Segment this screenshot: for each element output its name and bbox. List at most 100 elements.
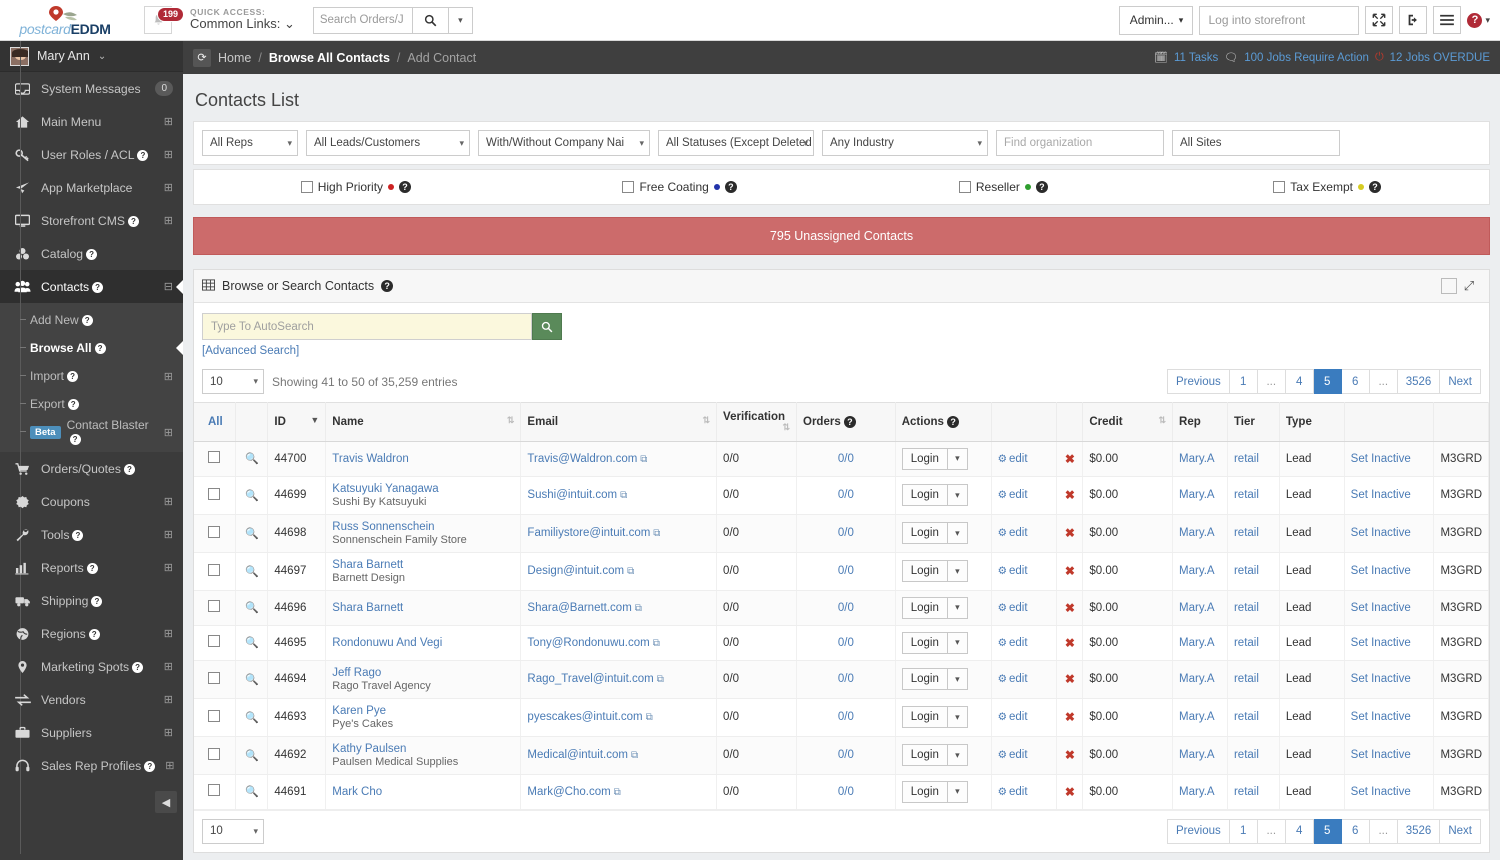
copy-icon[interactable]: ⧉ [631, 750, 638, 761]
help-circle-icon[interactable]: ? [137, 149, 149, 161]
row-set-inactive-link[interactable]: Set Inactive [1351, 673, 1411, 685]
sidebar-expand-toggle[interactable]: ⊞ [164, 693, 173, 706]
row-tier-link[interactable]: retail [1234, 637, 1259, 649]
column-type[interactable]: Type [1279, 402, 1345, 442]
login-dropdown-caret[interactable]: ▾ [947, 560, 968, 583]
row-checkbox[interactable] [208, 671, 220, 684]
row-edit-link[interactable]: ⚙ edit [998, 453, 1028, 465]
row-email-link[interactable]: Sushi@intuit.com [527, 489, 617, 501]
unassigned-contacts-banner[interactable]: 795 Unassigned Contacts [193, 217, 1490, 255]
login-dropdown-caret[interactable]: ▾ [947, 780, 968, 803]
column-all[interactable]: All [194, 402, 237, 442]
pagination-1[interactable]: 1 [1229, 369, 1258, 394]
row-checkbox[interactable] [208, 487, 220, 500]
sidebar-user[interactable]: Mary Ann ⌄ [0, 41, 183, 72]
login-button[interactable]: Login [901, 668, 948, 691]
sidebar-expand-toggle[interactable]: ⊞ [164, 115, 173, 128]
magnify-icon[interactable]: 🔍 [245, 712, 259, 724]
row-email-link[interactable]: Shara@Barnett.com [527, 602, 631, 614]
row-rep-link[interactable]: Mary.A [1179, 489, 1215, 501]
copy-icon[interactable]: ⧉ [653, 638, 660, 649]
magnify-icon[interactable]: 🔍 [245, 637, 259, 649]
row-orders-link[interactable]: 0/0 [838, 786, 854, 798]
checkbox-icon[interactable] [1273, 181, 1286, 193]
row-email-link[interactable]: Familiystore@intuit.com [527, 527, 650, 539]
login-dropdown-caret[interactable]: ▾ [947, 596, 968, 619]
row-checkbox[interactable] [208, 600, 220, 613]
sidebar-item-marketing-spots[interactable]: Marketing Spots? ⊞ [0, 650, 183, 683]
checkbox-icon[interactable] [1441, 278, 1457, 294]
sidebar-item-contacts[interactable]: Contacts? ⊟ [0, 270, 183, 303]
help-circle-icon[interactable]: ? [399, 181, 412, 193]
magnify-icon[interactable]: 🔍 [245, 490, 259, 502]
filter-select-0[interactable]: All Reps [202, 130, 298, 156]
sidebar-item-coupons[interactable]: Coupons ⊞ [0, 485, 183, 518]
row-rep-link[interactable]: Mary.A [1179, 673, 1215, 685]
pagination-[interactable]: ... [1257, 369, 1286, 394]
login-button[interactable]: Login [901, 596, 948, 619]
login-dropdown-caret[interactable]: ▾ [947, 631, 968, 654]
row-set-inactive-link[interactable]: Set Inactive [1351, 602, 1411, 614]
row-name-link[interactable]: Rondonuwu And Vegi [332, 637, 514, 649]
magnify-icon[interactable]: 🔍 [245, 528, 259, 540]
hamburger-menu-icon[interactable] [1433, 6, 1462, 34]
delete-icon[interactable]: ✖ [1065, 564, 1075, 578]
expand-arrows-icon[interactable] [1365, 6, 1394, 34]
app-logo[interactable]: postcardEDDM [0, 0, 130, 41]
pagination-3526[interactable]: 3526 [1397, 818, 1441, 844]
sidebar-item-vendors[interactable]: Vendors ⊞ [0, 683, 183, 716]
pagination-4[interactable]: 4 [1285, 369, 1314, 394]
row-email-link[interactable]: Medical@intuit.com [527, 749, 628, 761]
row-checkbox[interactable] [208, 563, 220, 576]
sidebar-expand-toggle[interactable]: ⊞ [164, 660, 173, 673]
row-name-link[interactable]: Katsuyuki Yanagawa [332, 483, 514, 495]
row-email-link[interactable]: Travis@Waldron.com [527, 453, 637, 465]
pagination-[interactable]: ... [1369, 369, 1398, 394]
help-circle-icon[interactable]: ? [94, 343, 106, 354]
sidebar-expand-toggle[interactable]: ⊞ [164, 148, 173, 161]
row-tier-link[interactable]: retail [1234, 786, 1259, 798]
breadcrumb-item-add-contact[interactable]: Add Contact [407, 51, 476, 65]
search-options-caret[interactable]: ▾ [448, 6, 473, 34]
filter-checkbox-tax-exempt[interactable]: Tax Exempt? [1165, 180, 1489, 194]
column-credit[interactable]: Credit ⇅ [1082, 402, 1174, 442]
pagination-next[interactable]: Next [1440, 369, 1481, 394]
help-circle-icon[interactable]: ? [123, 463, 135, 475]
row-email-link[interactable]: Design@intuit.com [527, 565, 624, 577]
sidebar-item-storefront-cms[interactable]: Storefront CMS? ⊞ [0, 204, 183, 237]
row-rep-link[interactable]: Mary.A [1179, 602, 1215, 614]
copy-icon[interactable]: ⧉ [620, 490, 627, 501]
row-rep-link[interactable]: Mary.A [1179, 565, 1215, 577]
sidebar-expand-toggle[interactable]: ⊞ [164, 214, 173, 227]
help-circle-icon[interactable]: ? [1035, 181, 1048, 193]
row-name-link[interactable]: Shara Barnett [332, 559, 514, 571]
column-tier[interactable]: Tier [1227, 402, 1280, 442]
checkbox-icon[interactable] [622, 181, 635, 193]
login-dropdown-caret[interactable]: ▾ [947, 447, 968, 470]
row-email-link[interactable]: pyescakes@intuit.com [527, 711, 642, 723]
filter-select-3[interactable]: All Statuses (Except Deleted [658, 130, 814, 156]
sidebar-item-system-messages[interactable]: System Messages 0 [0, 72, 183, 105]
row-orders-link[interactable]: 0/0 [838, 527, 854, 539]
filter-checkbox-free-coating[interactable]: Free Coating? [518, 180, 842, 194]
magnify-icon[interactable]: 🔍 [245, 786, 259, 798]
pagination-[interactable]: ... [1369, 818, 1398, 844]
row-orders-link[interactable]: 0/0 [838, 602, 854, 614]
help-circle-icon[interactable]: ? [86, 562, 98, 574]
row-set-inactive-link[interactable]: Set Inactive [1351, 637, 1411, 649]
sidebar-collapse-button[interactable]: ◀ [155, 791, 177, 813]
row-name-link[interactable]: Travis Waldron [332, 453, 514, 465]
sidebar-item-reports[interactable]: Reports? ⊞ [0, 551, 183, 584]
pagination-6[interactable]: 6 [1341, 818, 1370, 844]
copy-icon[interactable]: ⧉ [614, 787, 621, 798]
pagination-4[interactable]: 4 [1285, 818, 1314, 844]
login-button[interactable]: Login [901, 560, 948, 583]
sidebar-expand-toggle[interactable]: ⊞ [164, 495, 173, 508]
jobs-overdue-link[interactable]: 12 Jobs OVERDUE [1390, 52, 1490, 64]
row-orders-link[interactable]: 0/0 [838, 489, 854, 501]
notifications[interactable]: 199 [130, 6, 186, 34]
row-tier-link[interactable]: retail [1234, 749, 1259, 761]
column-email[interactable]: Email ⇅ [520, 402, 718, 442]
login-dropdown-caret[interactable]: ▾ [947, 706, 968, 729]
find-organization-input[interactable]: Find organization [996, 130, 1164, 156]
